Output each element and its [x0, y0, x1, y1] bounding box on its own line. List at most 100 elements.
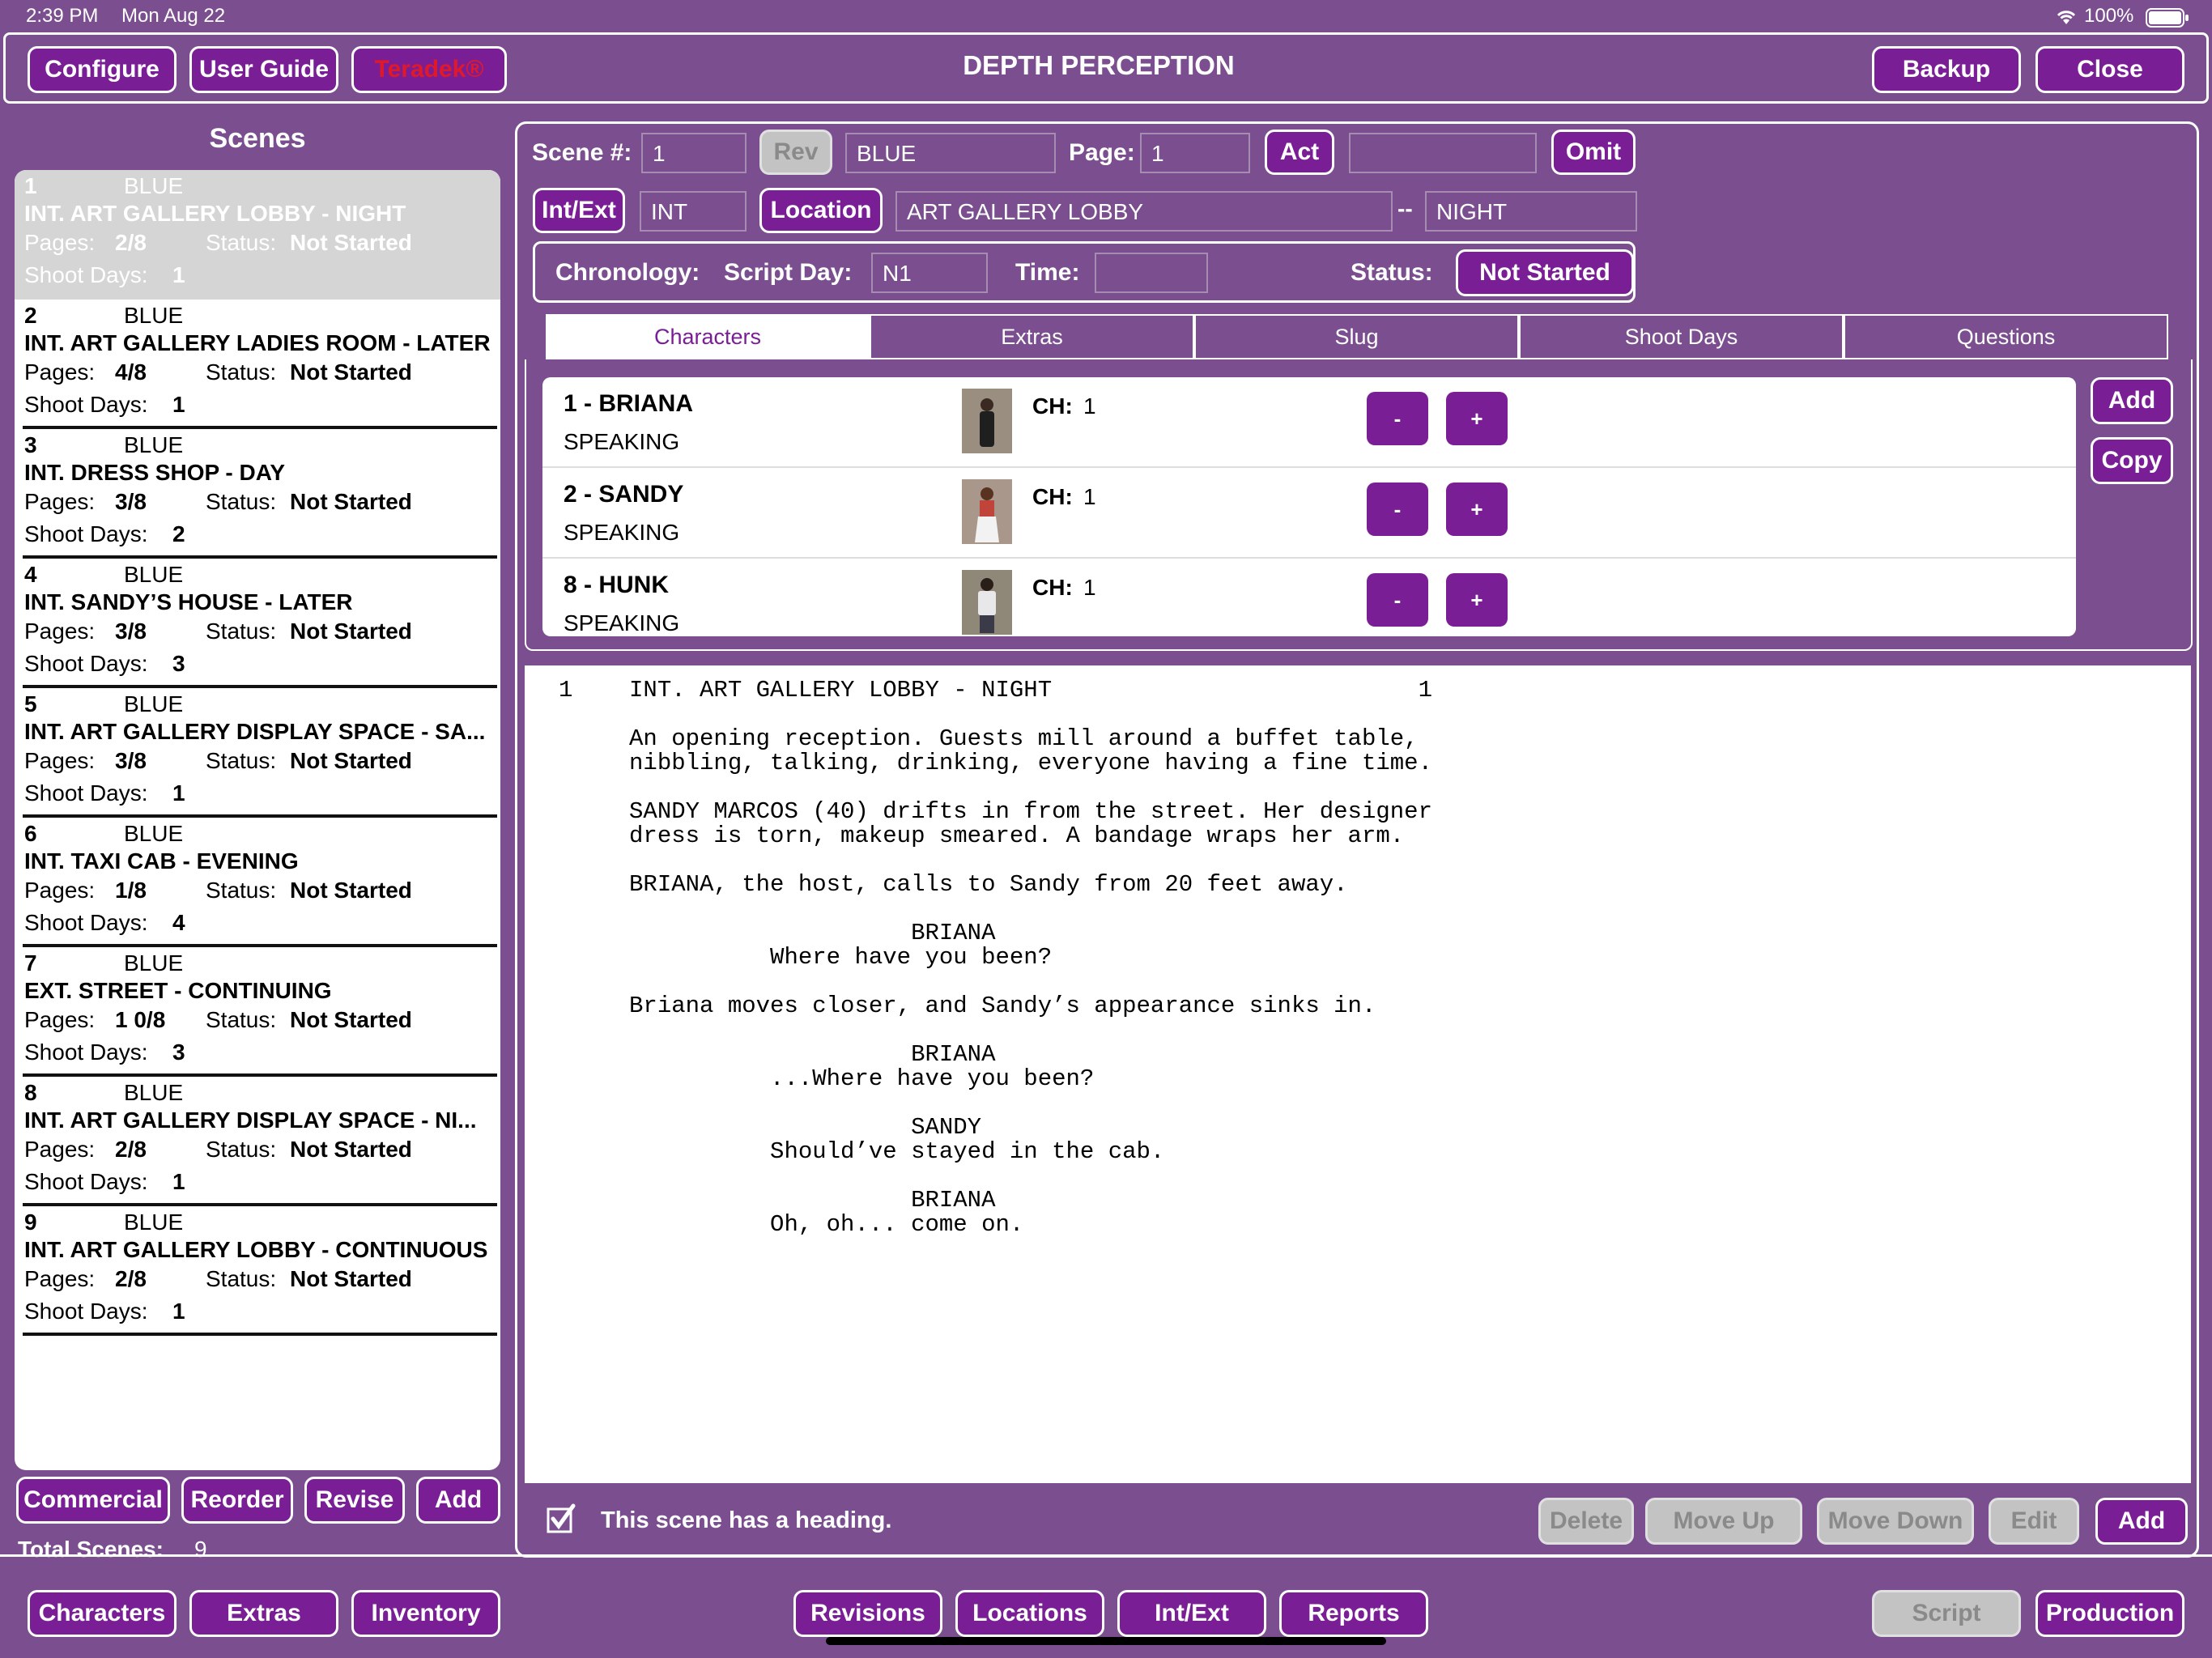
status-button[interactable]: Not Started [1456, 249, 1634, 296]
nav-script-button[interactable]: Script [1872, 1590, 2021, 1637]
move-up-button[interactable]: Move Up [1645, 1498, 1802, 1545]
shoot-days-value: 3 [172, 651, 185, 676]
omit-button[interactable]: Omit [1551, 130, 1636, 175]
time-field[interactable] [1095, 253, 1208, 293]
tab-questions[interactable]: Questions [1844, 314, 2168, 359]
revision-color-field[interactable]: BLUE [845, 133, 1056, 173]
scene-item-3[interactable]: 3 BLUE INT. DRESS SHOP - DAY Pages: 3/8 … [15, 429, 500, 559]
scene-number: 1 [24, 173, 37, 198]
nav-revisions-button[interactable]: Revisions [793, 1590, 942, 1637]
location-button[interactable]: Location [759, 188, 883, 233]
delete-button[interactable]: Delete [1538, 1498, 1634, 1545]
status-time: 2:39 PM [26, 5, 99, 27]
move-down-button[interactable]: Move Down [1817, 1498, 1974, 1545]
increment-button[interactable]: + [1446, 573, 1508, 627]
scene-item-7[interactable]: 7 BLUE EXT. STREET - CONTINUING Pages: 1… [15, 947, 500, 1077]
reorder-button[interactable]: Reorder [181, 1477, 293, 1524]
add-character-button[interactable]: Add [2091, 377, 2173, 424]
scene-item-9[interactable]: 9 BLUE INT. ART GALLERY LOBBY - CONTINUO… [15, 1206, 500, 1336]
scene-item-6[interactable]: 6 BLUE INT. TAXI CAB - EVENING Pages: 1/… [15, 818, 500, 947]
status-value: Not Started [290, 359, 412, 385]
character-name: 2 - SANDY [564, 481, 684, 508]
shoot-days-value: 4 [172, 910, 185, 935]
tab-characters[interactable]: Characters [546, 314, 870, 359]
act-button[interactable]: Act [1265, 130, 1334, 175]
scene-slug: INT. SANDY’S HOUSE - LATER [24, 589, 353, 614]
int-ext-field[interactable]: INT [640, 191, 747, 232]
tab-slug[interactable]: Slug [1194, 314, 1519, 359]
time-label: Time: [1015, 259, 1080, 286]
int-ext-button[interactable]: Int/Ext [533, 188, 625, 233]
decrement-button[interactable]: - [1367, 483, 1428, 536]
scene-revision: BLUE [124, 562, 184, 587]
close-button[interactable]: Close [2035, 46, 2184, 93]
tab-extras[interactable]: Extras [870, 314, 1194, 359]
nav-locations-button[interactable]: Locations [955, 1590, 1104, 1637]
scene-slug: INT. ART GALLERY LOBBY - CONTINUOUS [24, 1237, 488, 1262]
wifi-icon [2054, 8, 2078, 24]
nav-inventory-button[interactable]: Inventory [351, 1590, 500, 1637]
decrement-button[interactable]: - [1367, 573, 1428, 627]
revise-button[interactable]: Revise [304, 1477, 405, 1524]
status-label: Status: [206, 619, 277, 644]
tab-shoot-days[interactable]: Shoot Days [1519, 314, 1844, 359]
status-label: Status: [206, 878, 277, 903]
increment-button[interactable]: + [1446, 483, 1508, 536]
scene-slug: INT. ART GALLERY LADIES ROOM - LATER [24, 330, 491, 355]
nav-production-button[interactable]: Production [2035, 1590, 2184, 1637]
time-of-day-field[interactable]: NIGHT [1425, 191, 1637, 232]
character-list: 1 - BRIANA SPEAKING CH: 1 - + 2 - SANDY … [542, 377, 2076, 636]
configure-button[interactable]: Configure [28, 46, 177, 93]
shoot-days-value: 1 [172, 780, 185, 806]
shoot-days-label: Shoot Days: [24, 262, 148, 287]
character-row[interactable]: 8 - HUNK SPEAKING CH: 1 - + [542, 559, 2076, 636]
shoot-days-value: 1 [172, 1169, 185, 1194]
scene-item-5[interactable]: 5 BLUE INT. ART GALLERY DISPLAY SPACE - … [15, 688, 500, 818]
rev-button[interactable]: Rev [759, 130, 832, 175]
page-field[interactable]: 1 [1140, 133, 1250, 173]
commercial-button[interactable]: Commercial [16, 1477, 170, 1524]
nav-characters-button[interactable]: Characters [28, 1590, 177, 1637]
scene-revision: BLUE [124, 950, 184, 976]
status-date: Mon Aug 22 [121, 5, 226, 27]
scene-slug: INT. TAXI CAB - EVENING [24, 848, 299, 874]
character-row[interactable]: 1 - BRIANA SPEAKING CH: 1 - + [542, 377, 2076, 468]
nav-int-ext-button[interactable]: Int/Ext [1117, 1590, 1266, 1637]
act-field[interactable] [1349, 133, 1537, 173]
shoot-days-label: Shoot Days: [24, 1169, 148, 1194]
heading-checkbox-label: This scene has a heading. [601, 1507, 892, 1533]
location-separator: -- [1397, 196, 1413, 221]
script-day-field[interactable]: N1 [871, 253, 988, 293]
scene-slug: INT. ART GALLERY DISPLAY SPACE - NI... [24, 1107, 477, 1133]
nav-reports-button[interactable]: Reports [1279, 1590, 1428, 1637]
decrement-button[interactable]: - [1367, 392, 1428, 445]
pages-value: 1 0/8 [115, 1007, 166, 1032]
pages-label: Pages: [24, 489, 96, 514]
scene-number-field[interactable]: 1 [641, 133, 747, 173]
pages-label: Pages: [24, 230, 96, 255]
script-day-label: Script Day: [724, 259, 853, 286]
script-text-area[interactable]: 1 INT. ART GALLERY LOBBY - NIGHT 1 An op… [525, 665, 2191, 1483]
heading-checkbox-icon[interactable] [546, 1503, 576, 1533]
scene-item-8[interactable]: 8 BLUE INT. ART GALLERY DISPLAY SPACE - … [15, 1077, 500, 1206]
add-scene-button[interactable]: Add [416, 1477, 500, 1524]
scene-list: 1 BLUE INT. ART GALLERY LOBBY - NIGHT Pa… [15, 170, 500, 1470]
nav-extras-button[interactable]: Extras [189, 1590, 338, 1637]
copy-character-button[interactable]: Copy [2091, 437, 2173, 484]
location-field[interactable]: ART GALLERY LOBBY [895, 191, 1393, 232]
teradek-button[interactable]: Teradek® [351, 46, 507, 93]
scene-item-1[interactable]: 1 BLUE INT. ART GALLERY LOBBY - NIGHT Pa… [15, 170, 500, 300]
character-row[interactable]: 2 - SANDY SPEAKING CH: 1 - + [542, 468, 2076, 559]
scene-item-4[interactable]: 4 BLUE INT. SANDY’S HOUSE - LATER Pages:… [15, 559, 500, 688]
user-guide-button[interactable]: User Guide [189, 46, 338, 93]
edit-button[interactable]: Edit [1989, 1498, 2079, 1545]
backup-button[interactable]: Backup [1872, 46, 2021, 93]
pages-label: Pages: [24, 619, 96, 644]
add-element-button[interactable]: Add [2095, 1498, 2188, 1545]
scene-number: 5 [24, 691, 37, 716]
scene-item-2[interactable]: 2 BLUE INT. ART GALLERY LADIES ROOM - LA… [15, 300, 500, 429]
shoot-days-label: Shoot Days: [24, 392, 148, 417]
increment-button[interactable]: + [1446, 392, 1508, 445]
shoot-days-label: Shoot Days: [24, 1039, 148, 1065]
pages-value: 3/8 [115, 748, 147, 773]
